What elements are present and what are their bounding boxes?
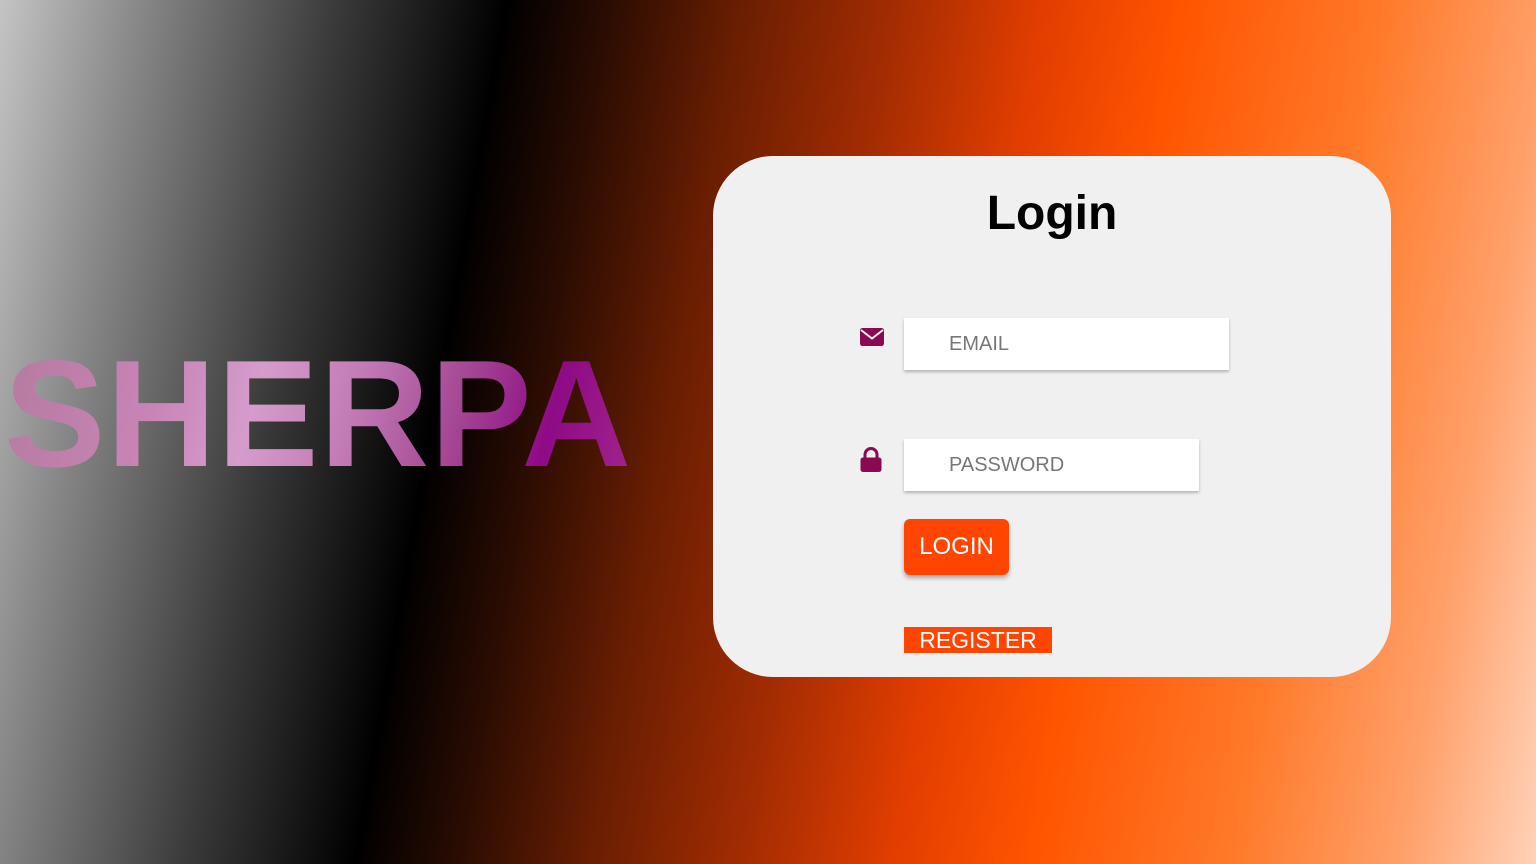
brand-title: SHERPA <box>4 329 633 499</box>
lock-icon <box>859 447 885 473</box>
login-card: Login LOGIN REGISTER <box>713 156 1391 677</box>
envelope-icon <box>859 326 885 352</box>
password-input[interactable] <box>904 439 1199 491</box>
login-button[interactable]: LOGIN <box>904 519 1009 575</box>
login-heading: Login <box>986 187 1118 240</box>
register-button[interactable]: REGISTER <box>904 627 1052 653</box>
email-input[interactable] <box>904 318 1229 370</box>
